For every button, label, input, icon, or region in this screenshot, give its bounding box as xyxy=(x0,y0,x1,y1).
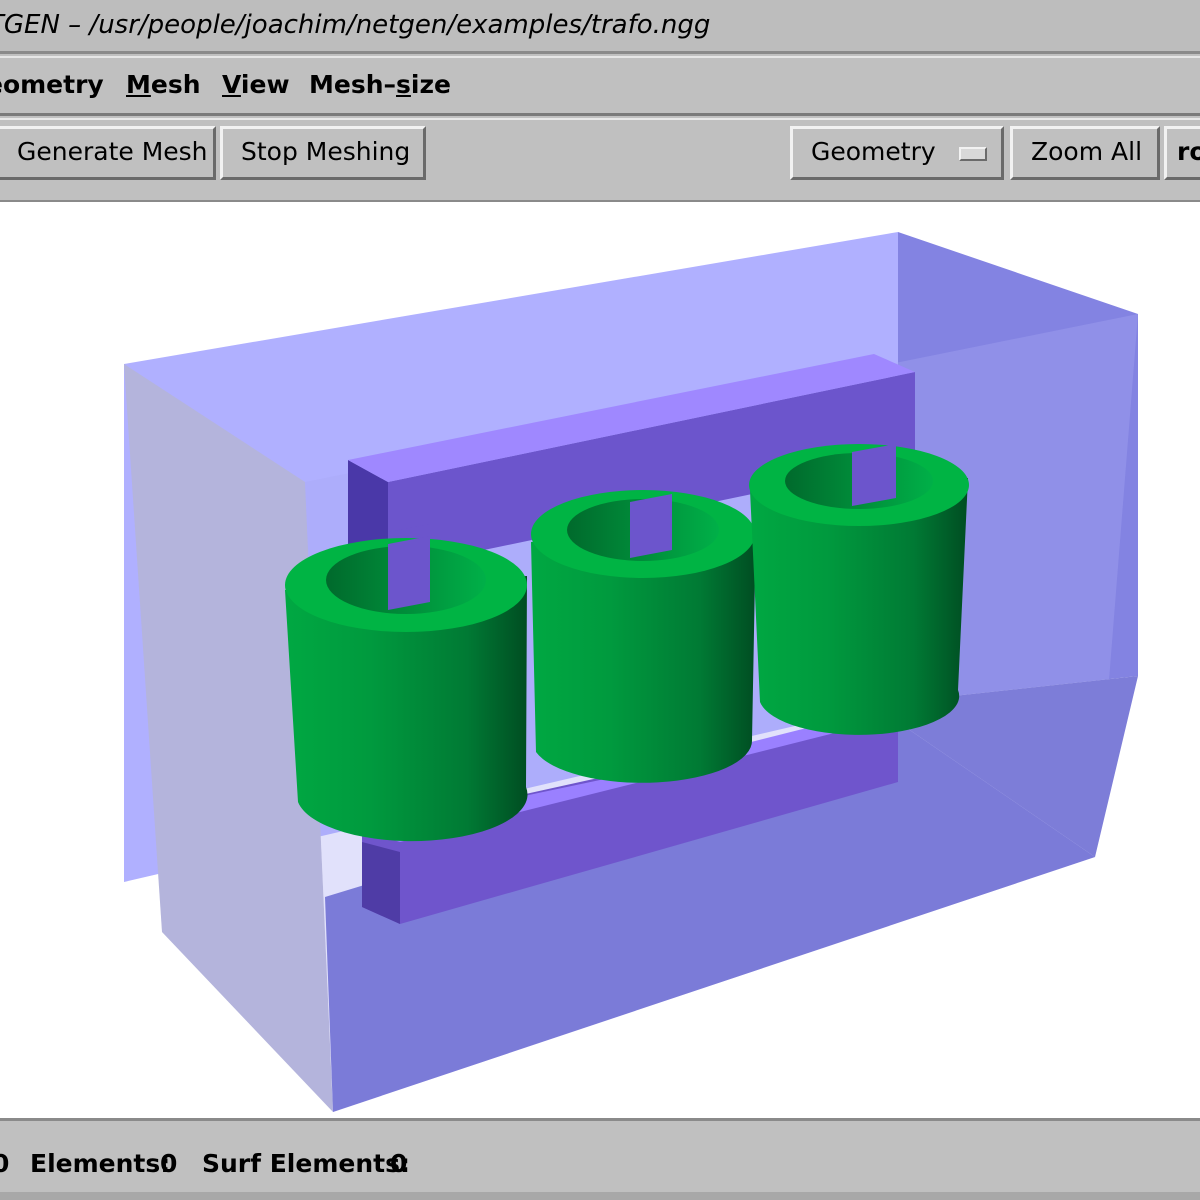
rotate-button[interactable]: ro xyxy=(1164,126,1200,180)
toolbar: Generate Mesh Stop Meshing Geometry Zoom… xyxy=(0,118,1200,202)
status-surf-elements-value: 0 xyxy=(390,1149,408,1178)
3d-viewport[interactable] xyxy=(0,202,1200,1118)
status-elements-label: Elements: xyxy=(30,1149,171,1178)
option-menu-indicator-icon xyxy=(959,147,987,161)
transformer-geometry-render xyxy=(124,232,1138,1112)
coil-right xyxy=(749,444,969,735)
status-elements-value: 0 xyxy=(160,1149,178,1178)
menu-geometry[interactable]: eometry xyxy=(0,70,104,99)
window-bottom-edge xyxy=(0,1192,1200,1200)
coil-middle xyxy=(531,490,756,783)
zoom-all-button[interactable]: Zoom All xyxy=(1010,126,1160,180)
menu-view[interactable]: View xyxy=(222,70,290,99)
stop-meshing-button[interactable]: Stop Meshing xyxy=(220,126,426,180)
status-points-fragment: 0 xyxy=(0,1149,10,1178)
coil-left xyxy=(285,536,528,842)
generate-mesh-button[interactable]: Generate Mesh xyxy=(0,126,216,180)
menu-mesh[interactable]: Mesh xyxy=(126,70,201,99)
view-mode-select[interactable]: Geometry xyxy=(790,126,1004,180)
window-titlebar[interactable]: TGEN – /usr/people/joachim/netgen/exampl… xyxy=(0,0,1200,54)
status-surf-elements-label: Surf Elements: xyxy=(202,1149,410,1178)
view-mode-value: Geometry xyxy=(811,137,936,166)
menu-mesh-size[interactable]: Mesh–size xyxy=(309,70,451,99)
menubar: eometry Mesh View Mesh–size xyxy=(0,56,1200,116)
status-bar: 0 Elements: 0 Surf Elements: 0 xyxy=(0,1118,1200,1200)
window-title: TGEN – /usr/people/joachim/netgen/exampl… xyxy=(0,10,711,40)
